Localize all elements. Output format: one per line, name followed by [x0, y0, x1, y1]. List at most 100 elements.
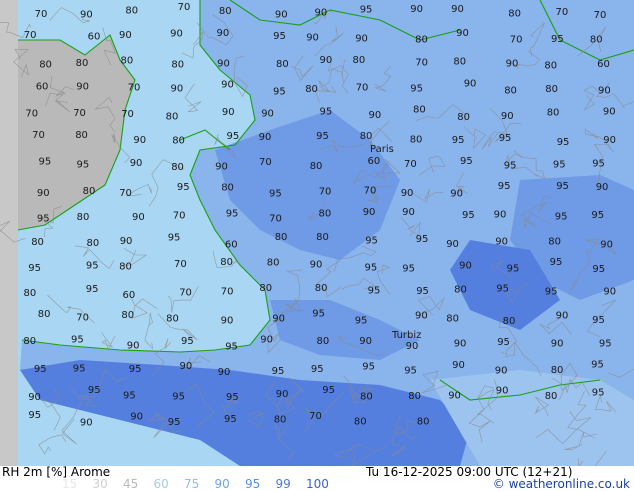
contour-label: 95	[226, 209, 239, 220]
contour-label: 90	[501, 111, 514, 122]
legend-value: 100	[306, 477, 329, 491]
contour-label: 90	[320, 55, 333, 66]
contour-label: 90	[76, 81, 89, 92]
contour-label: 80	[410, 135, 423, 146]
contour-label: 95	[177, 182, 190, 193]
contour-label: 95	[452, 135, 465, 146]
contour-label: 80	[87, 238, 100, 249]
contour-label: 95	[498, 181, 511, 192]
contour-label: 90	[603, 287, 616, 298]
contour-label: 95	[551, 34, 564, 45]
contour-label: 90	[446, 239, 459, 250]
contour-label: 95	[355, 316, 368, 327]
contour-label: 90	[369, 110, 382, 121]
contour-label: 90	[603, 107, 616, 118]
contour-label: 90	[170, 29, 183, 40]
contour-label: 80	[413, 105, 426, 116]
contour-label: 80	[121, 310, 134, 321]
contour-label: 90	[495, 237, 508, 248]
contour-label: 80	[23, 336, 36, 347]
contour-label: 80	[305, 84, 318, 95]
contour-label: 90	[132, 212, 145, 223]
contour-label: 90	[221, 79, 234, 90]
contour-label: 80	[267, 258, 280, 269]
contour-label: 80	[415, 34, 428, 45]
contour-label: 90	[315, 7, 328, 18]
contour-label: 90	[217, 58, 230, 69]
contour-label: 90	[119, 30, 132, 41]
legend-value: 90	[214, 477, 230, 491]
contour-label: 95	[225, 341, 238, 352]
credit-link[interactable]: © weatheronline.co.uk	[490, 478, 630, 490]
contour-label: 95	[316, 131, 329, 142]
contour-label: 80	[316, 232, 329, 243]
contour-label: 80	[354, 417, 367, 428]
contour-label: 70	[174, 259, 187, 270]
contour-label: 90	[454, 339, 467, 350]
contour-label: 95	[402, 263, 415, 274]
contour-label: 95	[592, 315, 605, 326]
contour-label: 90	[448, 391, 461, 402]
contour-label: 90	[261, 109, 274, 120]
contour-label: 70	[594, 10, 607, 21]
contour-label: 95	[499, 133, 512, 144]
contour-label: 95	[273, 87, 286, 98]
contour-label: 90	[452, 360, 465, 371]
contour-label: 80	[38, 309, 51, 320]
contour-label: 95	[460, 156, 473, 167]
contour-label: 80	[544, 61, 557, 72]
contour-label: 80	[503, 316, 516, 327]
contour-label: 80	[121, 56, 134, 67]
contour-label: 80	[319, 209, 332, 220]
contour-label: 95	[404, 366, 417, 377]
contour-label: 80	[275, 232, 288, 243]
contour-label: 60	[36, 82, 49, 93]
contour-label: 90	[217, 28, 230, 39]
legend-value: 30	[92, 477, 108, 491]
contour-label: 95	[168, 232, 181, 243]
contour-label: 90	[259, 132, 272, 143]
contour-label: 95	[34, 364, 47, 375]
contour-label: 80	[221, 183, 234, 194]
contour-label: 95	[28, 410, 41, 421]
contour-label: 70	[173, 211, 186, 222]
contour-label: 95	[71, 334, 84, 345]
contour-label: 90	[410, 4, 423, 15]
contour-label: 80	[453, 57, 466, 68]
no-data-strip	[0, 0, 18, 466]
contour-label: 80	[75, 130, 88, 141]
legend-value: 60	[153, 477, 169, 491]
contour-label: 95	[320, 107, 333, 118]
contour-label: 80	[39, 59, 52, 70]
contour-label: 90	[415, 310, 428, 321]
contour-label: 90	[221, 315, 234, 326]
legend-value: 15	[62, 477, 78, 491]
contour-label: 80	[83, 186, 96, 197]
contour-label: 95	[73, 363, 86, 374]
contour-label: 90	[272, 314, 285, 325]
contour-label: 80	[317, 336, 330, 347]
contour-label: 90	[80, 418, 93, 429]
contour-label: 90	[180, 361, 193, 372]
contour-label: 80	[171, 162, 184, 173]
contour-label: 90	[406, 341, 419, 352]
contour-label: 95	[172, 392, 185, 403]
contour-label: 90	[506, 59, 519, 70]
contour-label: 90	[215, 162, 228, 173]
contour-label: 95	[592, 264, 605, 275]
contour-label: 80	[77, 212, 90, 223]
contour-label: 80	[259, 283, 272, 294]
contour-label: 70	[121, 109, 134, 120]
contour-label: 70	[259, 157, 272, 168]
contour-label: 90	[218, 367, 231, 378]
contour-label: 70	[76, 312, 89, 323]
legend-value: 99	[275, 477, 291, 491]
contour-label: 80	[171, 59, 184, 70]
legend-value: 75	[184, 477, 200, 491]
contour-label: 95	[129, 364, 142, 375]
contour-label: 80	[446, 314, 459, 325]
contour-label: 90	[495, 366, 508, 377]
contour-label: 95	[553, 159, 566, 170]
contour-label: 70	[364, 185, 377, 196]
weather-map-view: 70 90 80 70 80 90 90 95 90 90 80 70 70 70 60 90 90 90 95 90…	[0, 0, 634, 490]
